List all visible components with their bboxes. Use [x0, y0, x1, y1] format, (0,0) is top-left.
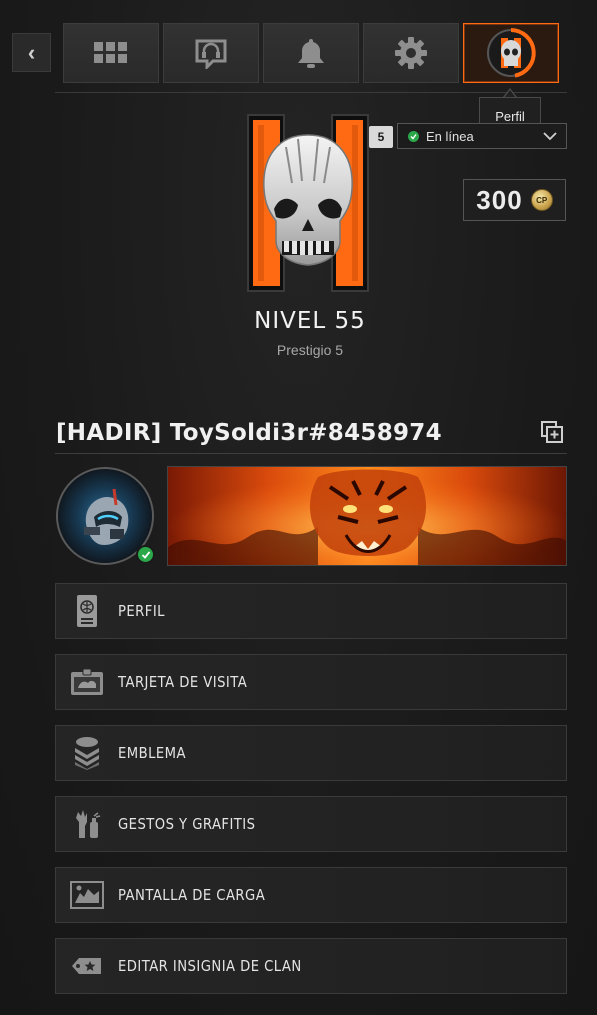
menu-item-loading-screen[interactable]: PANTALLA DE CARGA — [55, 867, 567, 923]
menu-item-label: GESTOS Y GRAFITIS — [118, 815, 256, 833]
tab-settings[interactable] — [363, 23, 459, 83]
copy-icon[interactable] — [541, 421, 563, 443]
tab-social[interactable] — [163, 23, 259, 83]
menu-item-label: PERFIL — [118, 602, 165, 620]
grid-icon — [94, 42, 127, 63]
tab-profile[interactable] — [463, 23, 559, 83]
bell-icon — [298, 39, 324, 68]
player-name: [HADIR] ToySoldi3r#8458974 — [56, 420, 442, 446]
loading-screen-icon — [56, 867, 118, 923]
cod-points-coin-label: CP — [536, 195, 548, 205]
menu-item-calling-card[interactable]: TARJETA DE VISITA — [55, 654, 567, 710]
calling-card[interactable] — [167, 466, 567, 566]
online-status-icon — [408, 130, 419, 142]
online-check-icon — [136, 545, 155, 564]
prestige-emblem — [247, 114, 369, 292]
chevron-down-icon — [543, 132, 557, 141]
calling-card-image — [168, 467, 566, 565]
tab-divider — [55, 92, 567, 93]
calling-card-icon — [56, 654, 118, 710]
cod-points-value: 300 — [476, 184, 523, 215]
cod-points-icon: CP — [530, 189, 553, 211]
gesture-spray-icon — [56, 796, 118, 852]
menu-item-gestures-sprays[interactable]: GESTOS Y GRAFITIS — [55, 796, 567, 852]
menu-item-emblem[interactable]: EMBLEMA — [55, 725, 567, 781]
id-card-icon — [56, 583, 118, 639]
menu-item-edit-clan-tag[interactable]: EDITAR INSIGNIA DE CLAN — [55, 938, 567, 994]
prestige-label: Prestigio 5 — [276, 342, 344, 358]
headset-chat-icon — [195, 39, 227, 69]
menu-item-label: EMBLEMA — [118, 744, 186, 762]
menu-item-label: TARJETA DE VISITA — [118, 673, 248, 691]
status-dropdown[interactable]: En línea — [397, 123, 567, 149]
cod-points-display[interactable]: 300 CP — [463, 179, 566, 221]
menu-item-profile[interactable]: PERFIL — [55, 583, 567, 639]
tab-notifications[interactable] — [263, 23, 359, 83]
back-button[interactable]: ‹ — [12, 33, 51, 72]
status-label: En línea — [426, 128, 474, 144]
rank-badge: 5 — [369, 126, 393, 148]
menu-item-label: PANTALLA DE CARGA — [118, 886, 266, 904]
tab-home[interactable] — [63, 23, 159, 83]
name-divider — [55, 453, 567, 454]
emblem-chevrons-icon — [56, 725, 118, 781]
level-title: NIVEL 55 — [254, 308, 366, 334]
profile-icon — [487, 28, 536, 78]
gear-icon — [395, 37, 427, 69]
menu-item-label: EDITAR INSIGNIA DE CLAN — [118, 957, 302, 975]
chevron-left-icon: ‹ — [27, 39, 36, 65]
clan-tag-icon — [56, 938, 118, 994]
